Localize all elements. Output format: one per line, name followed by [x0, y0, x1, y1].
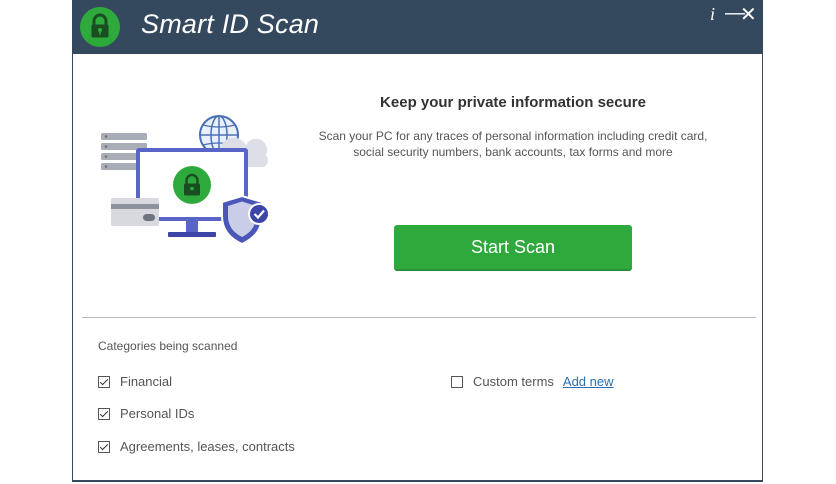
checkbox-agreements[interactable]: [98, 440, 110, 453]
checkbox-custom-terms[interactable]: [451, 375, 463, 388]
lock-icon: [173, 166, 211, 204]
app-window: Smart ID Scan i — ✕ Keep your private in…: [72, 0, 763, 482]
start-scan-button[interactable]: Start Scan: [394, 225, 632, 271]
title-bar[interactable]: Smart ID Scan i — ✕: [73, 0, 762, 54]
checkbox-financial[interactable]: [98, 375, 110, 388]
headline: Keep your private information secure: [380, 94, 646, 111]
divider: [82, 317, 756, 318]
category-custom-terms[interactable]: Custom terms Add new: [451, 374, 614, 389]
category-label: Custom terms: [473, 374, 554, 389]
description: Scan your PC for any traces of personal …: [293, 128, 733, 160]
lock-icon: [80, 7, 120, 47]
category-personal-ids[interactable]: Personal IDs: [98, 406, 194, 421]
checkbox-personal-ids[interactable]: [98, 407, 110, 420]
category-label: Personal IDs: [120, 406, 195, 421]
app-title: Smart ID Scan: [141, 9, 320, 39]
secure-pc-illustration: [98, 115, 278, 250]
category-label: Agreements, leases, contracts: [120, 439, 295, 454]
add-new-link[interactable]: Add new: [563, 374, 614, 389]
info-button[interactable]: i: [710, 4, 715, 25]
category-agreements[interactable]: Agreements, leases, contracts: [98, 439, 295, 454]
shield-check-icon: [221, 194, 270, 246]
description-line: Scan your PC for any traces of personal …: [318, 129, 708, 143]
close-button[interactable]: ✕: [740, 2, 757, 27]
category-financial[interactable]: Financial: [98, 374, 172, 389]
category-label: Financial: [120, 374, 173, 389]
categories-heading: Categories being scanned: [98, 339, 238, 353]
credit-card-icon: [111, 198, 159, 226]
description-line: social security numbers, bank accounts, …: [353, 145, 673, 159]
